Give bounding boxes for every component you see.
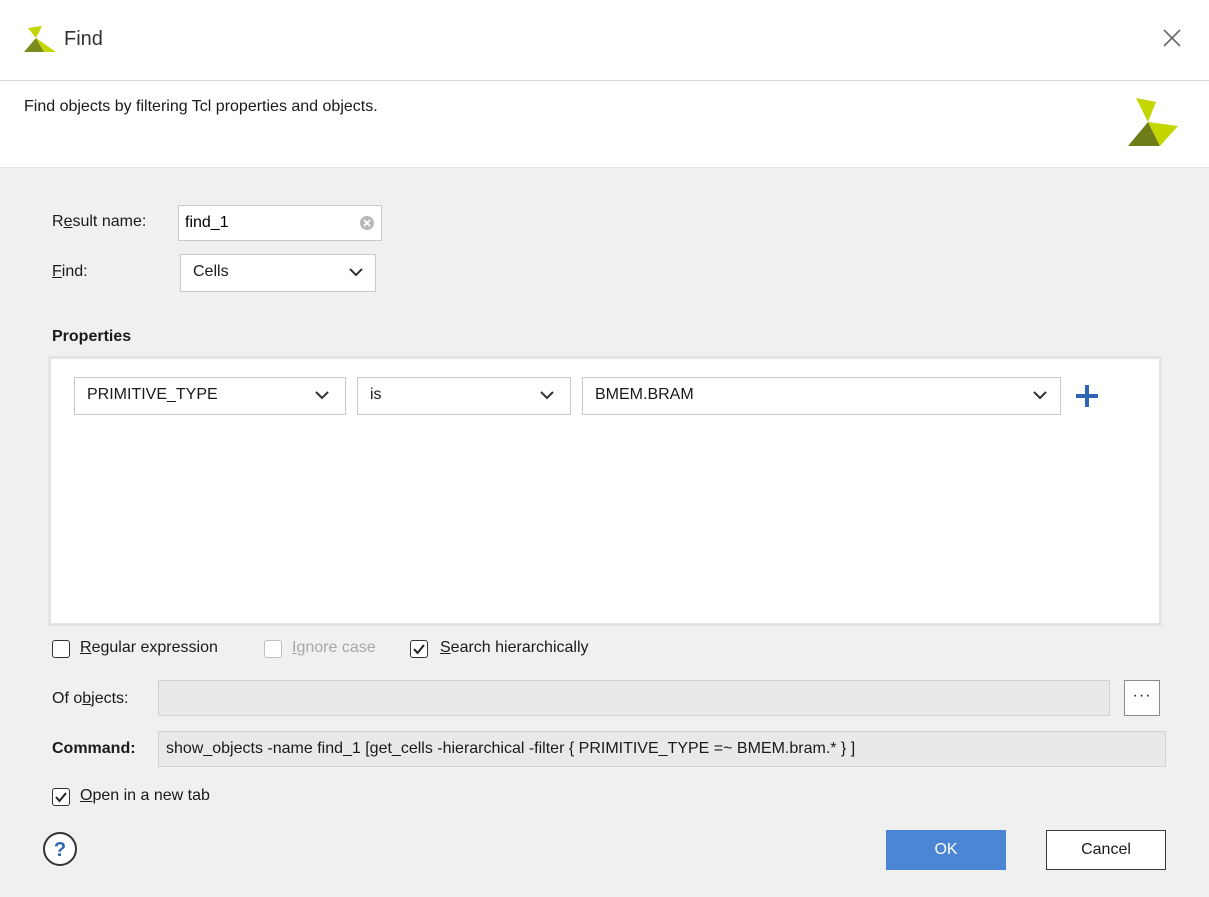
open-new-tab-checkbox[interactable] bbox=[52, 788, 70, 806]
chevron-down-icon bbox=[1033, 391, 1047, 400]
ok-button[interactable]: OK bbox=[886, 830, 1006, 870]
dialog-description: Find objects by filtering Tcl properties… bbox=[24, 98, 378, 115]
result-name-field[interactable] bbox=[178, 205, 382, 241]
filter-value: BMEM.BRAM bbox=[595, 386, 694, 403]
help-glyph: ? bbox=[54, 839, 66, 861]
xilinx-logo-icon bbox=[24, 26, 56, 52]
browse-objects-button[interactable]: ··· bbox=[1124, 680, 1160, 716]
header-separator bbox=[0, 167, 1209, 168]
property-select[interactable]: PRIMITIVE_TYPE bbox=[74, 377, 346, 415]
regex-label[interactable]: Regular expression bbox=[80, 639, 218, 657]
checkmark-icon bbox=[55, 792, 67, 803]
property-value: PRIMITIVE_TYPE bbox=[87, 386, 218, 403]
find-type-value: Cells bbox=[193, 263, 229, 280]
result-name-input[interactable] bbox=[185, 212, 345, 234]
plus-icon[interactable] bbox=[1074, 383, 1100, 409]
chevron-down-icon bbox=[315, 391, 329, 400]
command-field[interactable]: show_objects -name find_1 [get_cells -hi… bbox=[158, 731, 1166, 767]
operator-value: is bbox=[370, 386, 382, 403]
operator-select[interactable]: is bbox=[357, 377, 571, 415]
ignore-case-checkbox[interactable] bbox=[264, 640, 282, 658]
window-title: Find bbox=[64, 28, 103, 50]
close-icon[interactable] bbox=[1156, 22, 1188, 54]
checkmark-icon bbox=[413, 644, 425, 655]
of-objects-label: Of objects: bbox=[52, 690, 129, 707]
ignore-case-label[interactable]: Ignore case bbox=[292, 639, 376, 657]
clear-icon[interactable] bbox=[359, 215, 375, 231]
help-icon[interactable]: ? bbox=[41, 830, 79, 868]
search-hierarchically-label[interactable]: Search hierarchically bbox=[440, 639, 589, 657]
of-objects-field[interactable] bbox=[158, 680, 1110, 716]
value-select[interactable]: BMEM.BRAM bbox=[582, 377, 1061, 415]
find-label: Find: bbox=[52, 263, 88, 280]
browse-label: ··· bbox=[1132, 687, 1152, 704]
chevron-down-icon bbox=[349, 268, 363, 277]
search-hierarchically-checkbox[interactable] bbox=[410, 640, 428, 658]
result-name-label: Result name: bbox=[52, 213, 147, 230]
xilinx-logo-icon bbox=[1128, 98, 1178, 146]
properties-title: Properties bbox=[52, 328, 132, 345]
title-bar: Find bbox=[0, 0, 1209, 80]
description-band bbox=[0, 81, 1209, 167]
command-text: show_objects -name find_1 [get_cells -hi… bbox=[166, 740, 856, 757]
regex-checkbox[interactable] bbox=[52, 640, 70, 658]
command-label: Command: bbox=[52, 740, 136, 757]
open-new-tab-label[interactable]: Open in a new tab bbox=[80, 787, 210, 805]
cancel-button[interactable]: Cancel bbox=[1046, 830, 1166, 870]
chevron-down-icon bbox=[540, 391, 554, 400]
find-type-select[interactable]: Cells bbox=[180, 254, 376, 292]
